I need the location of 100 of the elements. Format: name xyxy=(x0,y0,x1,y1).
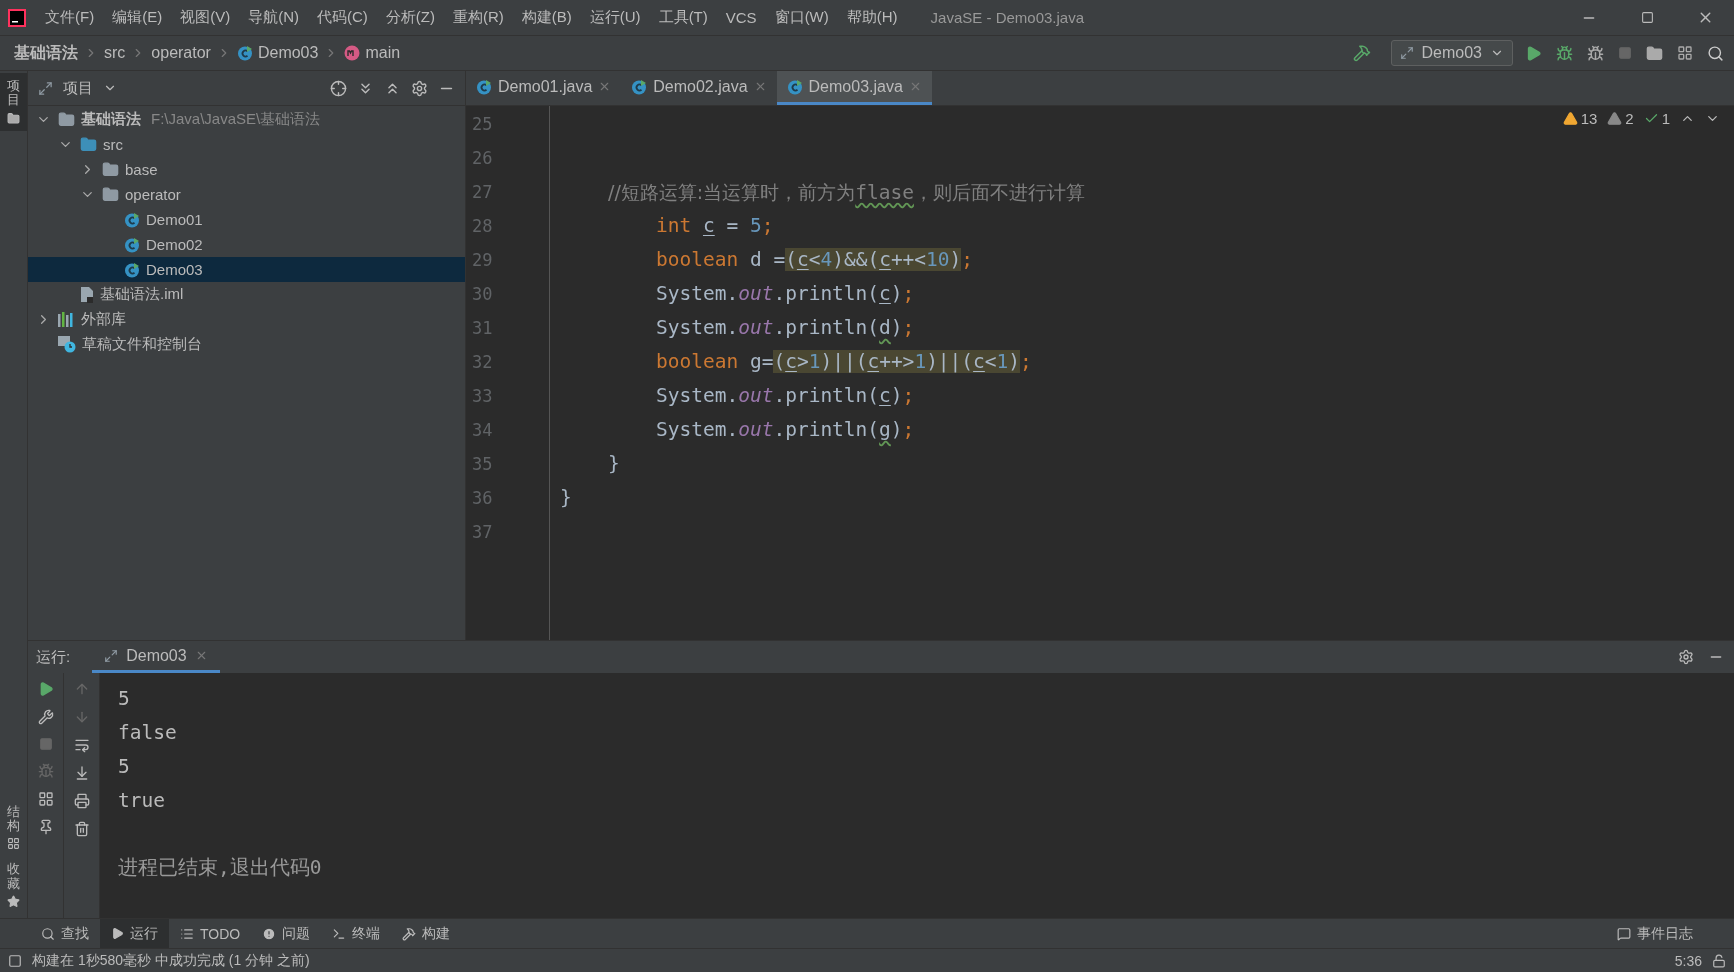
tool-window-button[interactable]: 问题 xyxy=(251,919,322,948)
menu-item[interactable]: VCS xyxy=(716,9,766,26)
search-icon[interactable] xyxy=(1707,44,1724,62)
menu-item[interactable]: 分析(Z) xyxy=(376,8,444,27)
side-tool-tab[interactable]: 收藏 xyxy=(0,856,27,914)
code-line: int c = 5; xyxy=(656,213,774,239)
tree-item[interactable]: base xyxy=(28,157,465,182)
event-log-button[interactable]: 事件日志 xyxy=(1606,919,1704,948)
menu-item[interactable]: 代码(C) xyxy=(308,8,377,27)
hammer-icon[interactable] xyxy=(1352,44,1371,62)
tree-item[interactable]: 外部库 xyxy=(28,307,465,332)
code-line: //短路运算:当运算时，前方为flase，则后面不进行计算 xyxy=(608,179,1085,206)
line-number: 33 xyxy=(471,385,494,408)
breadcrumb[interactable]: src xyxy=(104,44,126,62)
caret-position[interactable]: 5:36 xyxy=(1674,952,1702,969)
editor-tab[interactable]: Demo03.java xyxy=(776,71,932,105)
menu-item[interactable]: 重构(R) xyxy=(443,8,513,27)
class-icon xyxy=(124,261,140,278)
file-icon xyxy=(80,286,94,303)
wrench-icon[interactable] xyxy=(37,709,54,725)
tree-item-path: F:\Java\JavaSE\基础语法 xyxy=(151,110,321,129)
class-icon xyxy=(631,78,648,95)
tool-window-button[interactable]: 查找 xyxy=(30,919,100,948)
menu-item[interactable]: 文件(F) xyxy=(36,8,104,27)
tool-window-button[interactable]: 构建 xyxy=(391,919,462,948)
tree-item[interactable]: src xyxy=(28,132,465,157)
package-folder-icon xyxy=(102,161,119,178)
code-line: System.out.println(c); xyxy=(656,281,915,307)
search-icon xyxy=(41,926,55,941)
settings-icon[interactable] xyxy=(1678,649,1694,665)
tree-item-label: Demo02 xyxy=(146,236,203,253)
menu-item[interactable]: 编辑(E) xyxy=(103,8,172,27)
side-tool-tab[interactable]: 项目 xyxy=(0,73,27,131)
tree-item[interactable]: 基础语法 F:\Java\JavaSE\基础语法 xyxy=(28,107,465,132)
package-folder-icon xyxy=(102,186,119,203)
print-icon[interactable] xyxy=(73,793,90,809)
menu-item[interactable]: 构建(B) xyxy=(512,8,581,27)
weak-warning-count[interactable]: 2 xyxy=(1607,110,1634,127)
menu-item[interactable]: 工具(T) xyxy=(649,8,717,27)
tree-item[interactable]: 基础语法.iml xyxy=(28,282,465,307)
code-line: } xyxy=(560,485,572,511)
ok-count[interactable]: 1 xyxy=(1643,110,1670,127)
breadcrumb[interactable]: operator xyxy=(151,44,211,62)
alert-circle-icon xyxy=(262,926,277,941)
soft-wrap-icon[interactable] xyxy=(73,737,90,753)
tree-item[interactable]: Demo03 xyxy=(28,257,465,282)
class-icon xyxy=(786,78,803,95)
console-line: false xyxy=(118,720,178,746)
folder-icon xyxy=(7,111,20,125)
code-line: boolean g=(c>1)||(c++>1)||(c<1); xyxy=(656,349,1032,375)
tool-window-button[interactable]: TODO xyxy=(169,919,252,948)
tree-item-label: Demo01 xyxy=(146,211,203,228)
module-folder-icon xyxy=(58,111,75,128)
menu-item[interactable]: 运行(U) xyxy=(580,8,650,27)
menu-item[interactable]: 视图(V) xyxy=(171,8,240,27)
editor-tab[interactable]: Demo02.java xyxy=(621,71,777,105)
breadcrumb[interactable]: 基础语法 xyxy=(14,42,78,64)
class-icon xyxy=(124,211,140,228)
menu-item[interactable]: 导航(N) xyxy=(239,8,308,27)
window-title: JavaSE - Demo03.java xyxy=(930,9,1085,26)
editor-tab[interactable]: Demo01.java xyxy=(466,71,622,105)
tool-window-button[interactable]: 运行 xyxy=(100,919,169,948)
line-number: 29 xyxy=(471,249,494,272)
warning-count[interactable]: 13 xyxy=(1562,110,1598,127)
line-number: 25 xyxy=(471,113,494,136)
line-number: 28 xyxy=(471,215,494,238)
run-icon[interactable] xyxy=(1525,44,1542,62)
tree-item[interactable]: operator xyxy=(28,182,465,207)
panel-title[interactable]: 项目 xyxy=(63,78,93,98)
terminal-icon xyxy=(332,926,347,941)
maximize-icon[interactable] xyxy=(1640,11,1654,24)
structure-icon xyxy=(7,837,20,851)
star-icon xyxy=(7,895,20,908)
warning-icon xyxy=(1607,111,1623,126)
tree-item-label: 草稿文件和控制台 xyxy=(82,335,202,354)
debug-icon[interactable] xyxy=(1556,44,1573,62)
side-tool-tab[interactable]: 结构 xyxy=(0,798,27,857)
tool-window-button[interactable]: 终端 xyxy=(321,919,392,948)
line-number: 31 xyxy=(471,317,494,340)
line-number: 27 xyxy=(471,181,494,204)
coverage-icon[interactable] xyxy=(1587,44,1604,62)
breadcrumb[interactable]: Demo03 xyxy=(236,44,319,62)
tree-item[interactable]: 草稿文件和控制台 xyxy=(28,332,465,357)
tree-item[interactable]: Demo01 xyxy=(28,207,465,232)
menu-item[interactable]: 帮助(H) xyxy=(837,8,907,27)
tree-item-label: Demo03 xyxy=(146,261,203,278)
run-configuration-dropdown[interactable]: Demo03 xyxy=(1390,40,1513,66)
breadcrumb[interactable]: main xyxy=(344,44,401,62)
hammer-icon xyxy=(402,926,417,941)
console-line: 进程已结束,退出代码0 xyxy=(118,855,323,881)
line-number: 32 xyxy=(471,351,494,374)
menu-item[interactable]: 窗口(W) xyxy=(765,8,838,27)
class-icon xyxy=(476,78,492,95)
locate-icon[interactable] xyxy=(330,79,347,97)
unlock-icon[interactable] xyxy=(1712,953,1726,968)
tree-item[interactable]: Demo02 xyxy=(28,232,465,257)
tree-item-label: 基础语法.iml xyxy=(100,285,184,304)
trash-icon[interactable] xyxy=(73,821,90,837)
settings-icon[interactable] xyxy=(411,79,428,97)
folder-icon[interactable] xyxy=(1646,44,1663,62)
